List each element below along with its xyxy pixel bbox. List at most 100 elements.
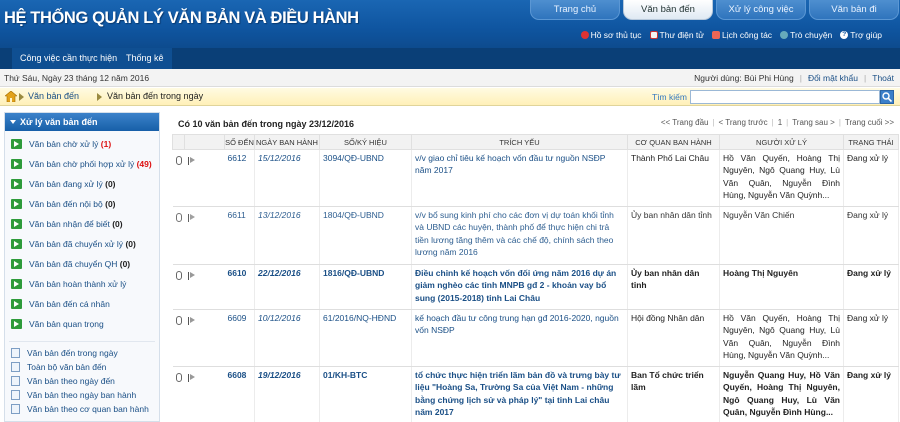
cell-symbol[interactable]: 1804/QĐ-UBND <box>319 206 412 265</box>
link-calendar[interactable]: Lịch công tác <box>711 30 773 40</box>
sidebar-item-important[interactable]: Văn bản quan trọng <box>5 314 159 334</box>
attachment-cell[interactable] <box>172 149 185 207</box>
change-password-link[interactable]: Đổi mật khẩu <box>808 73 858 83</box>
sidebar-item-completed[interactable]: Văn bản hoàn thành xử lý <box>5 274 159 294</box>
cell-number[interactable]: 6611 <box>224 206 255 265</box>
cell-summary[interactable]: v/v bổ sung kinh phí cho các đơn vị dự t… <box>411 206 628 265</box>
arrow-right-icon <box>11 259 22 269</box>
sidebar-link-by-org[interactable]: Văn bản theo cơ quan ban hành <box>5 402 159 416</box>
count-badge: (0) <box>125 239 136 249</box>
sidebar-item-pending[interactable]: Văn bản chờ xử lý (1) <box>5 134 159 154</box>
cell-status: Đang xử lý <box>843 206 899 265</box>
sidebar-item-processing[interactable]: Văn bản đang xử lý (0) <box>5 174 159 194</box>
header-symbol[interactable]: SỐ/KÝ HIỆU <box>319 134 412 150</box>
folder-icon <box>580 31 589 39</box>
pager-first[interactable]: << Trang đầu <box>661 118 709 127</box>
divider: | <box>771 118 774 127</box>
cell-summary[interactable]: kế hoạch đầu tư công trung hạn gđ 2016-2… <box>411 309 628 367</box>
cell-status: Đang xử lý <box>843 264 899 310</box>
sidebar-item-forwarded-qh[interactable]: Văn bản đã chuyển QH (0) <box>5 254 159 274</box>
divider: | <box>799 73 802 83</box>
sidebar-heading[interactable]: Xử lý văn bản đến <box>5 113 159 131</box>
link-email[interactable]: Thư điện tử <box>649 30 704 40</box>
tab-incoming-documents[interactable]: Văn bản đến <box>623 0 713 20</box>
header-processor[interactable]: NGƯỜI XỬ LÝ <box>719 134 844 150</box>
cell-summary[interactable]: Điều chỉnh kế hoạch vốn đối ứng năm 2016… <box>411 264 628 310</box>
table-row[interactable]: 6611 13/12/2016 1804/QĐ-UBND v/v bổ sung… <box>172 206 899 265</box>
flag-cell[interactable] <box>184 366 225 422</box>
user-box: Người dùng: Bùi Phi Hùng | Đổi mật khẩu … <box>694 73 894 83</box>
cell-processor: Hồ Văn Quyến, Hoàng Thị Nguyên, Ngô Quan… <box>719 149 844 207</box>
flag-cell[interactable] <box>184 149 225 207</box>
cell-number[interactable]: 6610 <box>224 264 255 310</box>
pager-next[interactable]: Trang sau > <box>792 118 835 127</box>
sidebar-item-coordination[interactable]: Văn bản chờ phối hợp xử lý (49) <box>5 154 159 174</box>
logout-link[interactable]: Thoát <box>872 73 894 83</box>
main-tabs: Trang chủ Văn bản đến Xử lý công việc Vă… <box>530 0 900 20</box>
cell-number[interactable]: 6608 <box>224 366 255 422</box>
sidebar-item-forwarded[interactable]: Văn bản đã chuyển xử lý (0) <box>5 234 159 254</box>
header-number[interactable]: SỐ ĐẾN <box>224 134 255 150</box>
table-row[interactable]: 6608 19/12/2016 01/KH-BTC tổ chức thực h… <box>172 366 899 422</box>
link-chat[interactable]: Trò chuyện <box>780 30 832 40</box>
search-button[interactable] <box>880 90 894 104</box>
subnav-statistics[interactable]: Thống kê <box>118 48 172 69</box>
cell-number[interactable]: 6612 <box>224 149 255 207</box>
table-row[interactable]: 6609 10/12/2016 61/2016/NQ-HĐND kế hoạch… <box>172 309 899 367</box>
attachment-cell[interactable] <box>172 366 185 422</box>
breadcrumb-incoming[interactable]: Văn bản đến <box>28 91 79 101</box>
help-icon: ? <box>840 31 849 39</box>
cell-number[interactable]: 6609 <box>224 309 255 367</box>
main-content: Có 10 văn bản đến trong ngày 23/12/2016 … <box>172 112 899 422</box>
cell-symbol[interactable]: 61/2016/NQ-HĐND <box>319 309 412 367</box>
tab-work-processing[interactable]: Xử lý công việc <box>716 0 806 20</box>
sidebar-link-by-arrival-date[interactable]: Văn bản theo ngày đến <box>5 374 159 388</box>
table-row[interactable]: 6610 22/12/2016 1816/QĐ-UBND Điều chỉnh … <box>172 264 899 310</box>
home-icon[interactable] <box>5 91 17 102</box>
sidebar-item-internal[interactable]: Văn bản đến nội bộ (0) <box>5 194 159 214</box>
sidebar-item-personal[interactable]: Văn bản đến cá nhân <box>5 294 159 314</box>
cell-symbol[interactable]: 1816/QĐ-UBND <box>319 264 412 310</box>
sidebar-item-label: Văn bản chờ phối hợp xử lý <box>29 159 135 169</box>
arrow-right-icon <box>11 239 22 249</box>
cell-symbol[interactable]: 3094/QĐ-UBND <box>319 149 412 207</box>
flag-cell[interactable] <box>184 309 225 367</box>
attachment-cell[interactable] <box>172 206 185 265</box>
breadcrumb: Văn bản đến Văn bản đến trong ngày Tìm k… <box>0 88 900 106</box>
chat-icon <box>780 31 789 39</box>
sidebar-item-label: Văn bản nhận để biết <box>29 219 110 229</box>
tab-outgoing-documents[interactable]: Văn bản đi <box>809 0 899 20</box>
header-org[interactable]: CƠ QUAN BAN HÀNH <box>627 134 720 150</box>
header-issue-date[interactable]: NGÀY BAN HÀNH <box>254 134 320 150</box>
sidebar-item-for-info[interactable]: Văn bản nhận để biết (0) <box>5 214 159 234</box>
sidebar-link-all[interactable]: Toàn bộ văn bản đến <box>5 360 159 374</box>
cell-summary[interactable]: tổ chức thực hiện triển lãm bản đồ và tr… <box>411 366 628 422</box>
search-input[interactable] <box>690 90 880 104</box>
sidebar-link-by-issue-date[interactable]: Văn bản theo ngày ban hành <box>5 388 159 402</box>
link-label: Lịch công tác <box>721 30 773 40</box>
tab-home[interactable]: Trang chủ <box>530 0 620 20</box>
sidebar-link-today[interactable]: Văn bản đến trong ngày <box>5 346 159 360</box>
paperclip-icon <box>175 213 182 222</box>
flag-cell[interactable] <box>184 264 225 310</box>
caret-down-icon <box>10 120 16 124</box>
link-label: Trợ giúp <box>850 30 882 40</box>
link-help[interactable]: ? Trợ giúp <box>840 30 882 40</box>
breadcrumb-separator-icon <box>19 93 24 101</box>
count-badge: (0) <box>119 259 131 269</box>
attachment-cell[interactable] <box>172 264 185 310</box>
document-icon <box>11 390 20 400</box>
sub-navigation: Công việc cần thực hiện Thống kê <box>0 48 900 69</box>
pager-prev[interactable]: < Trang trước <box>719 118 768 127</box>
header-status[interactable]: TRẠNG THÁI <box>843 134 899 150</box>
table-row[interactable]: 6612 15/12/2016 3094/QĐ-UBND v/v giao ch… <box>172 149 899 207</box>
attachment-cell[interactable] <box>172 309 185 367</box>
subnav-tasks-to-do[interactable]: Công việc cần thực hiện <box>12 48 126 69</box>
cell-summary[interactable]: v/v giao chỉ tiêu kế hoạch vốn đầu tư ng… <box>411 149 628 207</box>
sidebar-item-label: Văn bản đã chuyển QH <box>29 259 118 269</box>
cell-symbol[interactable]: 01/KH-BTC <box>319 366 412 422</box>
link-procedure-records[interactable]: Hồ sơ thủ tục <box>580 30 642 40</box>
pager-last[interactable]: Trang cuối >> <box>845 118 894 127</box>
header-summary[interactable]: TRÍCH YẾU <box>411 134 628 150</box>
flag-cell[interactable] <box>184 206 225 265</box>
